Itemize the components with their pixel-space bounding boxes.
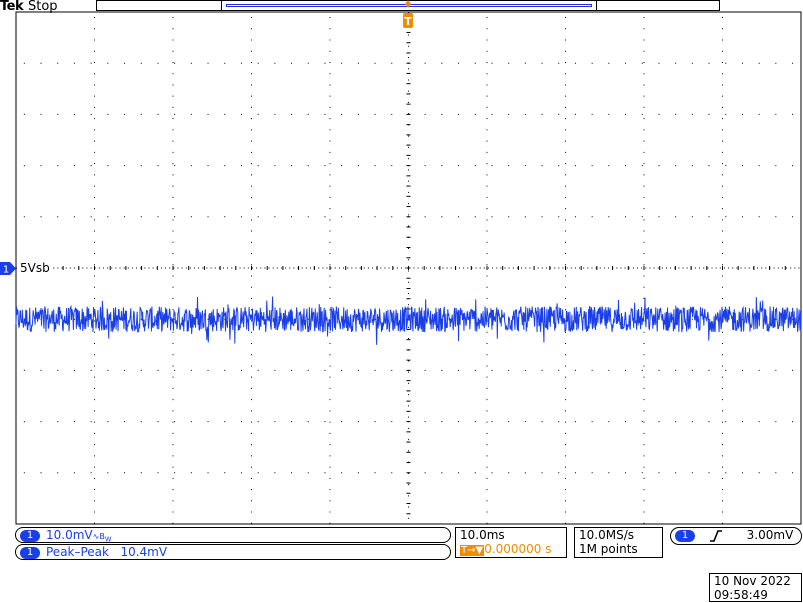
measurement-channel-badge: 1 [20,546,40,559]
measurement-name: Peak–Peak [46,545,109,559]
bandwidth-limit-icon: ∿BW [92,532,112,544]
acquisition-readout[interactable]: 10.0MS/s 1M points [574,527,663,558]
channel-scale-value: 10.0mV [46,528,93,542]
measurement-readout[interactable]: 1 Peak–Peak 10.4mV [15,544,451,560]
timestamp-readout: 10 Nov 2022 09:58:49 [709,573,802,602]
channel-label: 5Vsb [18,261,52,275]
channel-scale-readout[interactable]: 1 10.0mV∿BW [15,527,451,544]
channel-badge: 1 [20,529,40,542]
trigger-level-value: 3.00mV [746,528,794,542]
trigger-source-badge: 1 [675,529,695,542]
timebase-readout[interactable]: 10.0ms T→▼0.000000 s [455,527,567,558]
timestamp-date: 10 Nov 2022 [714,574,791,588]
trigger-diamond-icon [405,0,411,8]
trigger-delay-value: 0.000000 s [484,542,552,556]
record-length: 1M points [579,542,638,556]
channel-1-level-marker[interactable]: 1 [0,262,16,275]
trigger-position-marker[interactable]: T [402,0,414,30]
timestamp-time: 09:58:49 [714,588,768,602]
sample-rate: 10.0MS/s [579,528,634,542]
trigger-readout[interactable]: 1 3.00mV [670,527,802,545]
waveform-display[interactable] [0,0,803,603]
trigger-delay-icon: T→▼ [460,545,485,556]
rising-edge-icon [709,529,722,542]
graticule [15,11,802,525]
timebase-scale: 10.0ms [460,528,505,542]
channel-marker-number: 1 [3,265,9,276]
measurement-value: 10.4mV [120,545,168,559]
waveform-trace-5vsb [15,296,802,345]
trigger-marker-label: T [404,15,412,28]
